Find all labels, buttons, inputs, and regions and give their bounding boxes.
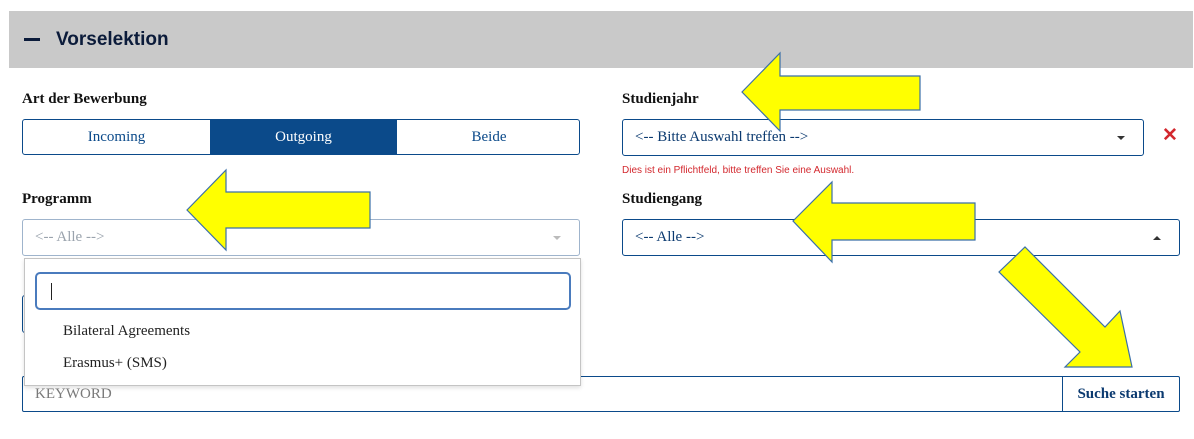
section-title: Vorselektion — [56, 28, 169, 50]
dropdown-option-erasmus[interactable]: Erasmus+ (SMS) — [63, 355, 167, 372]
studiengang-value: <-- Alle --> — [635, 229, 705, 245]
studienjahr-label: Studienjahr — [622, 91, 699, 107]
studiengang-label: Studiengang — [622, 191, 703, 207]
programm-label: Programm — [22, 191, 92, 207]
chevron-down-icon — [553, 235, 561, 240]
studiengang-select[interactable]: <-- Alle --> — [622, 219, 1180, 256]
chevron-down-icon — [1117, 135, 1125, 140]
minus-icon[interactable] — [24, 38, 40, 41]
dropdown-search-input[interactable] — [35, 272, 571, 310]
option-incoming[interactable]: Incoming — [23, 120, 210, 154]
arrow-down-right-icon — [998, 246, 1133, 368]
application-type-toggle[interactable]: Incoming Outgoing Beide — [22, 119, 580, 155]
section-header[interactable]: Vorselektion — [9, 11, 1193, 68]
art-der-bewerbung-label: Art der Bewerbung — [22, 91, 147, 107]
programm-value: <-- Alle --> — [35, 229, 105, 245]
programm-dropdown: Bilateral Agreements Erasmus+ (SMS) — [24, 258, 581, 386]
option-outgoing[interactable]: Outgoing — [210, 120, 396, 154]
search-button[interactable]: Suche starten — [1062, 377, 1179, 411]
text-cursor — [51, 283, 52, 300]
studienjahr-value: <-- Bitte Auswahl treffen --> — [635, 129, 809, 145]
dropdown-option-bilateral[interactable]: Bilateral Agreements — [63, 323, 190, 340]
option-beide[interactable]: Beide — [396, 120, 579, 154]
clear-icon[interactable]: ✕ — [1162, 124, 1178, 147]
studienjahr-select[interactable]: <-- Bitte Auswahl treffen --> — [622, 119, 1144, 156]
chevron-up-icon — [1153, 235, 1161, 240]
programm-select[interactable]: <-- Alle --> — [22, 219, 580, 256]
studienjahr-error: Dies ist ein Pflichtfeld, bitte treffen … — [622, 165, 855, 176]
